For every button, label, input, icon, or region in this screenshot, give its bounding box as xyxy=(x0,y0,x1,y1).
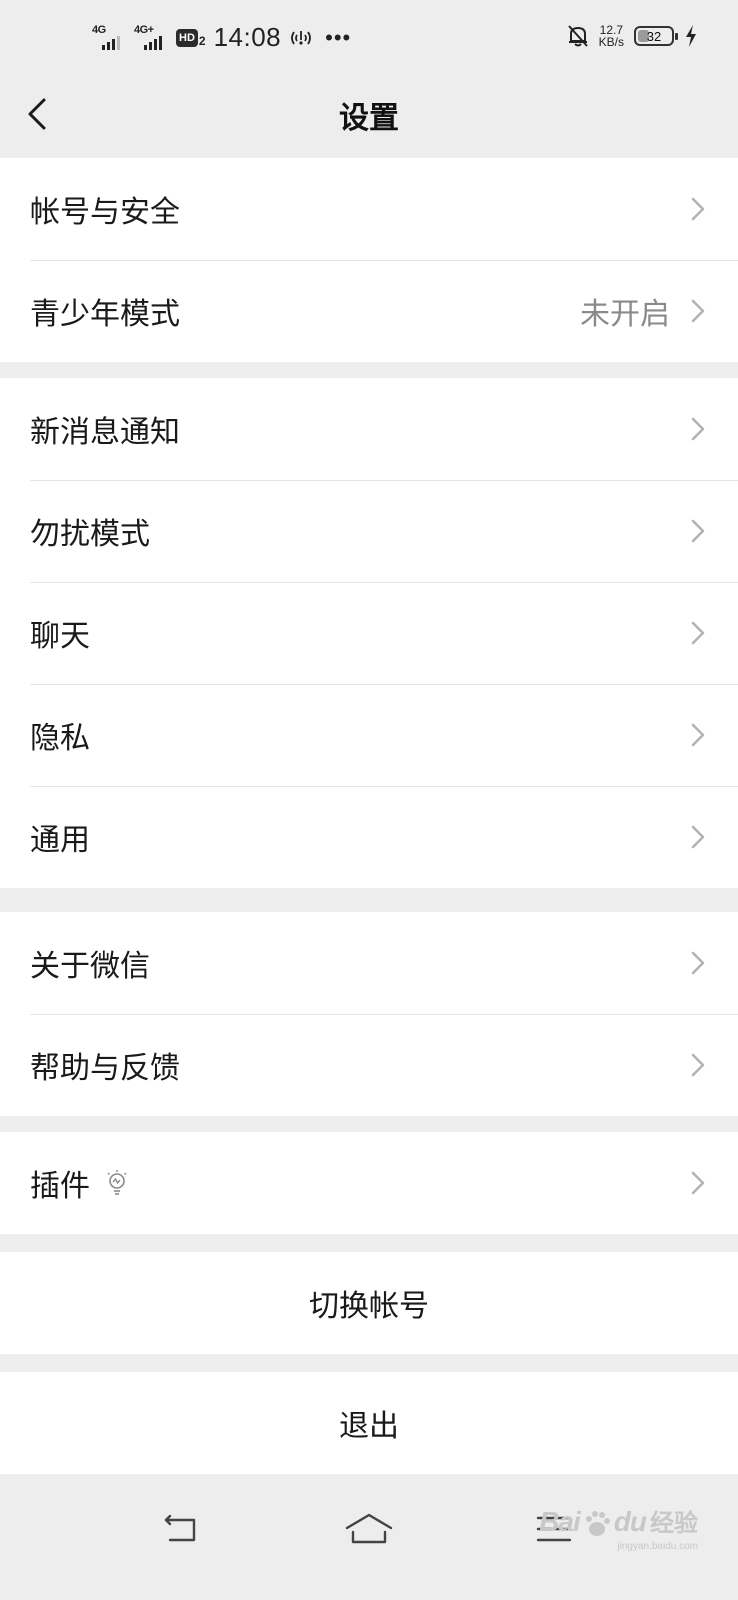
row-account-security[interactable]: 帐号与安全 xyxy=(0,158,738,260)
alarm-off-icon xyxy=(567,25,588,47)
chevron-right-icon xyxy=(691,621,705,645)
status-time: 14:08 xyxy=(213,22,282,52)
hd-voice-icon: HD 2 xyxy=(176,28,206,48)
settings-group-account: 帐号与安全 青少年模式 未开启 xyxy=(0,158,738,362)
battery-percent: 32 xyxy=(646,28,662,44)
chevron-right-icon xyxy=(691,723,705,747)
chevron-right-icon xyxy=(691,197,705,221)
row-help-feedback[interactable]: 帮助与反馈 xyxy=(0,1014,738,1116)
home-icon[interactable] xyxy=(344,1512,394,1546)
paw-icon xyxy=(585,1511,610,1536)
row-value: 未开启 xyxy=(580,298,670,331)
row-label: 新消息通知 xyxy=(30,416,180,449)
status-left: 4G 4G+ HD 2 14:08 ••• xyxy=(92,22,351,53)
watermark-logo: Bai xyxy=(539,1506,581,1537)
row-label: 通用 xyxy=(30,824,90,857)
status-right: 12.7 KB/s 32 xyxy=(567,24,698,48)
watermark-url: jingyan.baidu.com xyxy=(617,1541,698,1552)
row-label: 帮助与反馈 xyxy=(30,1052,180,1085)
chevron-right-icon xyxy=(691,417,705,441)
chevron-right-icon xyxy=(691,1171,705,1195)
settings-group-general: 新消息通知 勿扰模式 聊天 隐私 通用 xyxy=(0,378,738,888)
charging-icon xyxy=(686,25,696,47)
row-label: 青少年模式 xyxy=(30,298,180,331)
sim2-label: 4G+ xyxy=(134,23,154,36)
page-title: 设置 xyxy=(339,102,399,135)
row-chat[interactable]: 聊天 xyxy=(0,582,738,684)
back-icon[interactable] xyxy=(162,1512,204,1546)
baidu-watermark: Bai du 经验 jingyan.baidu.com xyxy=(539,1503,698,1552)
nav-bar: 设置 xyxy=(0,80,738,158)
row-about[interactable]: 关于微信 xyxy=(0,912,738,1014)
row-privacy[interactable]: 隐私 xyxy=(0,684,738,786)
lightbulb-icon xyxy=(107,1170,127,1195)
sim1-label: 4G xyxy=(92,23,106,36)
row-label: 帐号与安全 xyxy=(30,196,180,229)
more-notifications: ••• xyxy=(325,24,352,50)
settings-group-plugins: 插件 xyxy=(0,1132,738,1234)
row-general[interactable]: 通用 xyxy=(0,786,738,888)
hd-sub: 2 xyxy=(198,33,206,48)
chevron-right-icon xyxy=(691,825,705,849)
logout-label: 退出 xyxy=(339,1410,399,1443)
hotspot-icon xyxy=(291,30,312,45)
signal-icon: 4G xyxy=(92,24,126,52)
signal-icon: 4G+ xyxy=(134,24,168,52)
watermark-brand: 经验 xyxy=(650,1510,698,1537)
logout-button[interactable]: 退出 xyxy=(0,1372,738,1474)
row-notifications[interactable]: 新消息通知 xyxy=(0,378,738,480)
row-label: 聊天 xyxy=(30,620,90,653)
switch-account-label: 切换帐号 xyxy=(309,1290,429,1323)
row-label: 关于微信 xyxy=(30,950,150,983)
row-label: 插件 xyxy=(30,1170,90,1203)
switch-account-button[interactable]: 切换帐号 xyxy=(0,1252,738,1354)
watermark-logo-2: du xyxy=(613,1506,647,1537)
row-label: 隐私 xyxy=(30,722,90,755)
hd-label: HD xyxy=(176,28,198,47)
battery-icon: 32 xyxy=(634,26,678,46)
chevron-right-icon xyxy=(691,299,705,323)
chevron-right-icon xyxy=(691,1053,705,1077)
status-bar: 4G 4G+ HD 2 14:08 ••• 12.7 KB/s 32 xyxy=(0,0,738,80)
row-teen-mode[interactable]: 青少年模式 未开启 xyxy=(0,260,738,362)
row-label: 勿扰模式 xyxy=(30,518,150,551)
settings-group-about: 关于微信 帮助与反馈 xyxy=(0,912,738,1116)
chevron-right-icon xyxy=(691,951,705,975)
row-plugins[interactable]: 插件 xyxy=(0,1132,738,1234)
chevron-right-icon xyxy=(691,519,705,543)
row-do-not-disturb[interactable]: 勿扰模式 xyxy=(0,480,738,582)
network-speed: 12.7 KB/s xyxy=(599,24,624,48)
net-speed-unit: KB/s xyxy=(598,35,624,49)
